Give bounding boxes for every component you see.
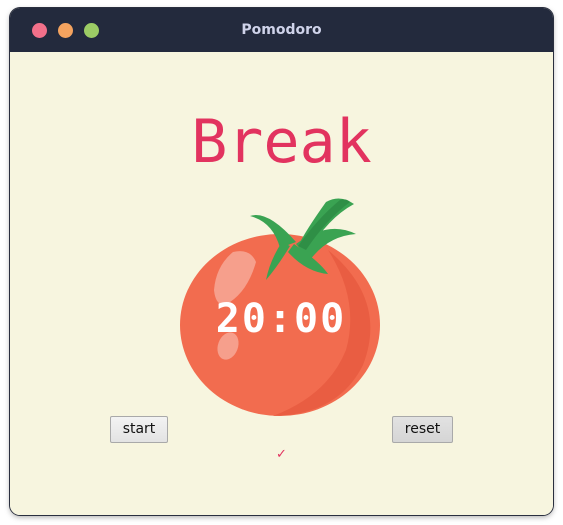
- app-window: Pomodoro Break 20:00 start reset ✓: [10, 8, 553, 515]
- window-title: Pomodoro: [241, 22, 322, 38]
- timer-display: 20:00: [215, 296, 347, 342]
- main-content: Break 20:00 start reset ✓: [10, 52, 553, 515]
- start-button[interactable]: start: [110, 416, 168, 443]
- session-checkmarks: ✓: [276, 447, 287, 462]
- mode-heading: Break: [191, 107, 372, 177]
- title-bar[interactable]: Pomodoro: [10, 8, 553, 52]
- reset-button[interactable]: reset: [392, 416, 453, 443]
